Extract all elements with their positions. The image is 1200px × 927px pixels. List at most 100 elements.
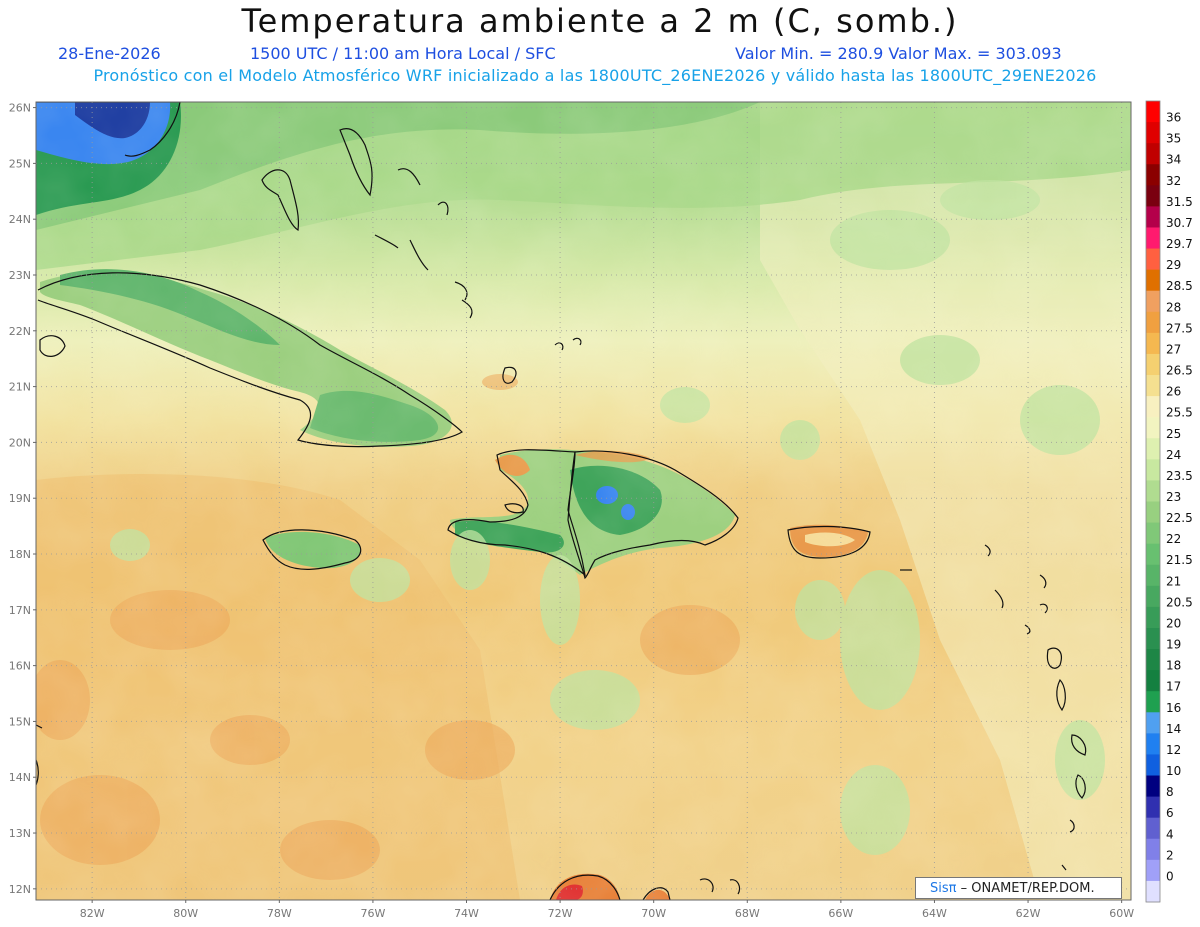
lat-tick-label: 16N	[9, 660, 31, 673]
colorbar-swatch	[1146, 206, 1160, 228]
colorbar-label: 27.5	[1166, 321, 1193, 335]
lat-tick-label: 20N	[9, 436, 31, 449]
colorbar-swatch	[1146, 859, 1160, 882]
colorbar-label: 12	[1166, 743, 1181, 757]
colorbar-swatch	[1146, 712, 1160, 734]
colorbar-swatch	[1146, 459, 1160, 481]
longitude-labels: 82W 80W 78W 76W 74W 72W 70W 68W 66W 64W 62W 60W	[80, 900, 1134, 920]
lat-tick-label: 13N	[9, 827, 31, 840]
colorbar-label: 36	[1166, 111, 1181, 125]
colorbar-label: 2	[1166, 848, 1174, 862]
colorbar-swatch	[1146, 733, 1160, 755]
colorbar-label: 17	[1166, 680, 1181, 694]
colorbar-swatch	[1146, 817, 1160, 840]
lat-tick-label: 22N	[9, 325, 31, 338]
lat-tick-label: 23N	[9, 269, 31, 282]
lat-tick-label: 19N	[9, 492, 31, 505]
colorbar-label: 20.5	[1166, 595, 1193, 609]
credit-sis: Sisπ	[930, 881, 957, 896]
colorbar-swatch	[1146, 796, 1160, 819]
colorbar-label: 6	[1166, 806, 1174, 820]
colorbar-swatch	[1146, 606, 1160, 629]
colorbar-label: 28	[1166, 300, 1181, 314]
colorbar-swatch	[1146, 396, 1160, 418]
lon-tick-label: 60W	[1109, 907, 1134, 920]
colorbar-label: 14	[1166, 722, 1181, 736]
colorbar-label: 32	[1166, 174, 1181, 188]
colorbar-swatch	[1146, 838, 1160, 861]
credit-org: – ONAMET/REP.DOM.	[956, 881, 1095, 896]
colorbar-label: 4	[1166, 827, 1174, 841]
credit-box: Sisπ – ONAMET/REP.DOM.	[915, 877, 1122, 899]
colorbar-label: 21	[1166, 574, 1181, 588]
lon-tick-label: 70W	[641, 907, 666, 920]
lon-tick-label: 74W	[454, 907, 479, 920]
colorbar-swatch	[1146, 185, 1160, 207]
lon-tick-label: 62W	[1016, 907, 1041, 920]
colorbar-swatch	[1146, 227, 1160, 250]
colorbar-swatch	[1146, 691, 1160, 713]
colorbar-label: 28.5	[1166, 279, 1193, 293]
colorbar-label: 23.5	[1166, 469, 1193, 483]
colorbar-label: 26	[1166, 385, 1181, 399]
temperature-map: 26N 25N 24N 23N 22N 21N 20N 19N 18N 17N 16N 15N 14N 1…	[9, 100, 1193, 920]
colorbar-swatch	[1146, 480, 1160, 502]
colorbar-swatch	[1146, 501, 1160, 524]
colorbar-label: 16	[1166, 701, 1181, 715]
colorbar-swatch	[1146, 332, 1160, 355]
colorbar-label: 29.7	[1166, 237, 1193, 251]
colorbar-swatch	[1146, 754, 1160, 777]
colorbar-swatch	[1146, 101, 1160, 123]
colorbar-swatch	[1146, 122, 1160, 144]
lon-tick-label: 68W	[735, 907, 760, 920]
colorbar-swatch	[1146, 564, 1160, 587]
colorbar-swatch	[1146, 269, 1160, 292]
colorbar-swatch	[1146, 543, 1160, 566]
lat-tick-label: 14N	[9, 771, 31, 784]
temperature-field	[36, 102, 1131, 900]
colorbar-label: 0	[1166, 869, 1174, 883]
colorbar-label: 31.5	[1166, 195, 1193, 209]
colorbar-swatch	[1146, 290, 1160, 313]
latitude-labels: 26N 25N 24N 23N 22N 21N 20N 19N 18N 17N 16N 15N 14N 1…	[9, 102, 36, 896]
colorbar-label: 20	[1166, 616, 1181, 630]
colorbar-label: 34	[1166, 153, 1181, 167]
colorbar-swatch	[1146, 417, 1160, 439]
colorbar-label: 35	[1166, 132, 1181, 146]
colorbar-label: 30.7	[1166, 216, 1193, 230]
colorbar-swatch	[1146, 438, 1160, 460]
colorbar-swatch	[1146, 353, 1160, 376]
colorbar-swatch	[1146, 627, 1160, 650]
colorbar-label: 27	[1166, 342, 1181, 356]
lat-tick-label: 24N	[9, 213, 31, 226]
lat-tick-label: 17N	[9, 604, 31, 617]
colorbar-label: 23	[1166, 490, 1181, 504]
lon-tick-label: 64W	[922, 907, 947, 920]
colorbar-label: 22.5	[1166, 511, 1193, 525]
lon-tick-label: 76W	[360, 907, 385, 920]
colorbar-label: 25.5	[1166, 406, 1193, 420]
colorbar-swatch	[1146, 248, 1160, 271]
colorbar-label: 24	[1166, 448, 1181, 462]
lon-tick-label: 82W	[80, 907, 105, 920]
colorbar-swatch	[1146, 585, 1160, 608]
lon-tick-label: 72W	[548, 907, 573, 920]
colorbar-label: 25	[1166, 427, 1181, 441]
lon-tick-label: 66W	[828, 907, 853, 920]
colorbar-label: 22	[1166, 532, 1181, 546]
lat-tick-label: 26N	[9, 102, 31, 115]
colorbar-label: 21.5	[1166, 553, 1193, 567]
colorbar-label: 19	[1166, 638, 1181, 652]
lat-tick-label: 12N	[9, 883, 31, 896]
lat-tick-label: 25N	[9, 157, 31, 170]
colorbar-label: 26.5	[1166, 364, 1193, 378]
colorbar: 3635343231.530.729.72928.52827.52726.526…	[1145, 100, 1193, 903]
colorbar-swatch	[1146, 375, 1160, 397]
colorbar-label: 29	[1166, 258, 1181, 272]
colorbar-swatch	[1146, 522, 1160, 545]
colorbar-label: 18	[1166, 659, 1181, 673]
colorbar-swatch	[1146, 880, 1160, 903]
colorbar-swatch	[1146, 164, 1160, 186]
colorbar-swatch	[1146, 775, 1160, 798]
colorbar-swatch	[1146, 670, 1160, 692]
